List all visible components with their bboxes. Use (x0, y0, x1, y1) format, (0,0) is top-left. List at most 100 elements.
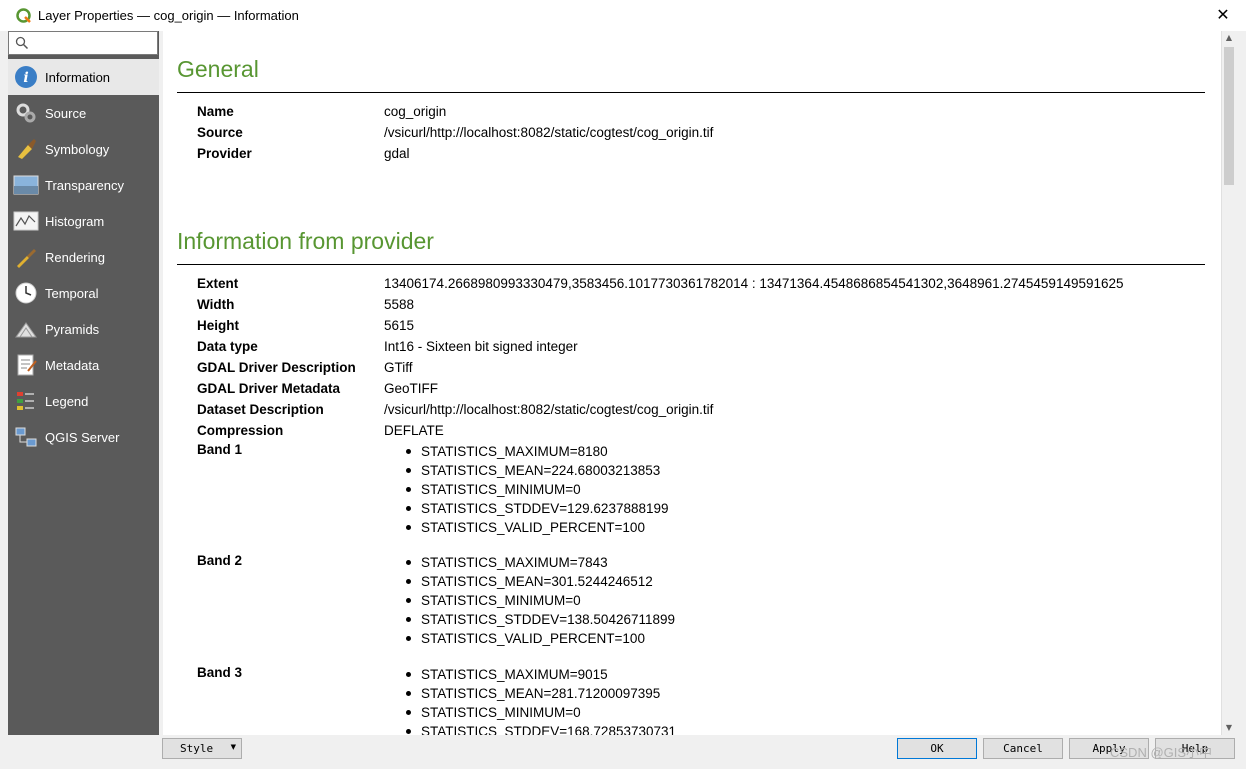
svg-text:i: i (23, 70, 28, 86)
info-key: Name (197, 104, 234, 119)
button-bar: Style ▼ OK Cancel Apply Help (0, 735, 1246, 761)
pyramids-icon (13, 316, 39, 342)
info-row: Extent 13406174.2668980993330479,3583456.… (197, 273, 1197, 294)
sidebar-item-pyramids[interactable]: Pyramids (8, 311, 159, 347)
info-row: Provider gdal (197, 143, 1197, 164)
sidebar-nav: i Information Source Symbology Transparency H… (8, 59, 159, 455)
sidebar-item-label: Temporal (45, 285, 99, 301)
info-row: GDAL Driver Description GTiff (197, 357, 1197, 378)
info-key: Dataset Description (197, 402, 324, 417)
transparency-icon (13, 172, 39, 198)
info-row: GDAL Driver Metadata GeoTIFF (197, 378, 1197, 399)
info-key: Source (197, 125, 243, 140)
symbology-icon (13, 136, 39, 162)
sidebar-item-symbology[interactable]: Symbology (8, 131, 159, 167)
sidebar-item-histogram[interactable]: Histogram (8, 203, 159, 239)
scroll-up-icon[interactable]: ▲ (1222, 31, 1236, 45)
histogram-icon (13, 208, 39, 234)
sidebar-item-legend[interactable]: Legend (8, 383, 159, 419)
band-stats-list: STATISTICS_MAXIMUM=9015 STATISTICS_MEAN=2… (421, 665, 676, 735)
sidebar-item-label: Symbology (45, 141, 110, 157)
style-button[interactable]: Style ▼ (162, 738, 242, 759)
info-value: 5588 (384, 297, 415, 312)
info-value: GTiff (384, 360, 413, 375)
band-stat-item: STATISTICS_STDDEV=129.6237888199 (421, 501, 669, 516)
info-key: Width (197, 297, 235, 312)
band-stat-item: STATISTICS_MAXIMUM=7843 (421, 553, 675, 572)
info-row: Height 5615 (197, 315, 1197, 336)
band-stat-item: STATISTICS_MINIMUM=0 (421, 591, 675, 610)
provider-divider (177, 264, 1205, 265)
ok-button[interactable]: OK (897, 738, 977, 759)
dropdown-arrow-icon: ▼ (230, 743, 236, 751)
cancel-button[interactable]: Cancel (983, 738, 1063, 759)
info-row: Dataset Description/vsicurl/http://local… (197, 399, 1197, 420)
info-row: Width 5588 (197, 294, 1197, 315)
info-value: GeoTIFF (384, 381, 439, 396)
vertical-scrollbar[interactable]: ▲ ▼ (1221, 31, 1235, 735)
sidebar-item-label: Transparency (45, 177, 124, 193)
information-panel: General Name cog_origin Source/vsicurl/htt… (163, 31, 1221, 735)
general-heading: General (177, 56, 259, 82)
sidebar-item-label: Rendering (45, 249, 105, 265)
window-title: Layer Properties — cog_origin — Informat… (38, 8, 299, 23)
band-label: Band 2 (197, 553, 243, 568)
scroll-down-icon[interactable]: ▼ (1222, 721, 1236, 735)
sidebar-item-rendering[interactable]: Rendering (8, 239, 159, 275)
legend-icon (13, 388, 39, 414)
info-key: GDAL Driver Metadata (197, 381, 341, 396)
source-icon (13, 100, 39, 126)
rendering-icon (13, 244, 39, 270)
general-table: Name cog_origin Source/vsicurl/http://loca… (197, 101, 1197, 164)
info-value: Int16 - Sixteen bit signed integer (384, 339, 578, 354)
server-icon (13, 424, 39, 450)
info-value: cog_origin (384, 104, 447, 119)
band-stat-item: STATISTICS_MAXIMUM=8180 (421, 442, 669, 461)
info-value: 5615 (384, 318, 415, 333)
info-row: Name cog_origin (197, 101, 1197, 122)
sidebar-item-qgis-server[interactable]: QGIS Server (8, 419, 159, 455)
band-stat-item: STATISTICS_STDDEV=138.50426711899 (421, 612, 676, 627)
sidebar-item-metadata[interactable]: Metadata (8, 347, 159, 383)
sidebar-item-label: Pyramids (45, 321, 100, 337)
info-row: Compression DEFLATE (197, 420, 1197, 441)
close-icon[interactable]: ✕ (1214, 6, 1232, 24)
style-button-label: Style (180, 742, 214, 755)
sidebar-item-source[interactable]: Source (8, 95, 159, 131)
info-key: Provider (197, 146, 252, 161)
info-row: Data type Int16 - Sixteen bit signed inte… (197, 336, 1197, 357)
info-value: 13406174.2668980993330479,3583456.101773… (384, 276, 1124, 291)
sidebar-item-information[interactable]: i Information (8, 59, 159, 95)
title-bar: Layer Properties — cog_origin — Informat… (0, 0, 1246, 31)
band-stat-item: STATISTICS_MEAN=301.5244246512 (421, 572, 675, 591)
search-icon (15, 36, 29, 50)
general-divider (177, 92, 1205, 93)
info-key: Compression (197, 423, 284, 438)
band-stat-item: STATISTICS_MINIMUM=0 (421, 703, 676, 722)
scroll-thumb[interactable] (1224, 47, 1234, 185)
sidebar: i Information Source Symbology Transparency H… (8, 31, 159, 735)
info-key: Extent (197, 276, 239, 291)
band-stats-list: STATISTICS_MAXIMUM=8180 STATISTICS_MEAN=2… (421, 442, 669, 537)
band-label: Band 1 (197, 442, 243, 457)
band-stat-item: STATISTICS_VALID_PERCENT=100 (421, 629, 675, 648)
info-key: GDAL Driver Description (197, 360, 356, 375)
info-key: Data type (197, 339, 258, 354)
search-input[interactable] (8, 31, 158, 55)
band-stat-item: STATISTICS_MEAN=224.68003213853 (421, 461, 669, 480)
info-row: Source/vsicurl/http://localhost:8082/sta… (197, 122, 1197, 143)
qgis-logo-icon (16, 7, 31, 23)
sidebar-item-transparency[interactable]: Transparency (8, 167, 159, 203)
watermark: CSDN @GIS小中 (1110, 745, 1213, 760)
band-label: Band 3 (197, 665, 243, 680)
band-stat-item: STATISTICS_VALID_PERCENT=100 (421, 518, 669, 537)
band-stat-item: STATISTICS_MAXIMUM=9015 (421, 665, 676, 684)
info-value: /vsicurl/http://localhost:8082/static/co… (384, 402, 714, 417)
sidebar-item-label: QGIS Server (45, 429, 120, 445)
sidebar-item-label: Histogram (45, 213, 105, 229)
provider-heading: Information from provider (177, 228, 434, 254)
sidebar-item-label: Metadata (45, 357, 100, 373)
info-key: Height (197, 318, 239, 333)
sidebar-item-temporal[interactable]: Temporal (8, 275, 159, 311)
band-stat-item: STATISTICS_STDDEV=168.72853730731 (421, 722, 676, 735)
